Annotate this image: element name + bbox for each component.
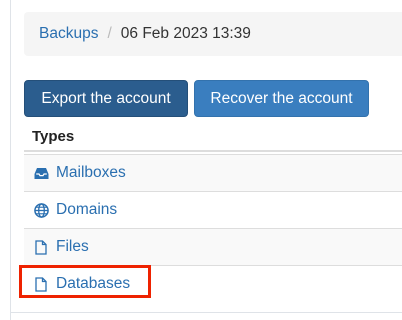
file-icon: [33, 276, 49, 292]
breadcrumb-current: 06 Feb 2023 13:39: [120, 25, 251, 42]
databases-link[interactable]: Databases: [56, 275, 130, 293]
breadcrumb-separator: /: [107, 25, 112, 42]
breadcrumb: Backups / 06 Feb 2023 13:39: [24, 12, 402, 56]
table-row: Databases: [24, 265, 402, 302]
table-row: Domains: [24, 191, 402, 228]
mailboxes-link[interactable]: Mailboxes: [56, 164, 126, 182]
table-row: Mailboxes: [24, 154, 402, 191]
table-row: Files: [24, 228, 402, 265]
recover-account-button[interactable]: Recover the account: [194, 80, 369, 117]
types-column-header: Types: [24, 122, 402, 152]
inbox-icon: [33, 165, 49, 181]
export-account-button[interactable]: Export the account: [24, 80, 188, 117]
files-link[interactable]: Files: [56, 238, 89, 256]
domains-link[interactable]: Domains: [56, 201, 117, 219]
globe-icon: [33, 202, 49, 218]
frame-divider: [10, 312, 402, 313]
breadcrumb-backups-link[interactable]: Backups: [39, 25, 98, 43]
file-icon: [33, 239, 49, 255]
